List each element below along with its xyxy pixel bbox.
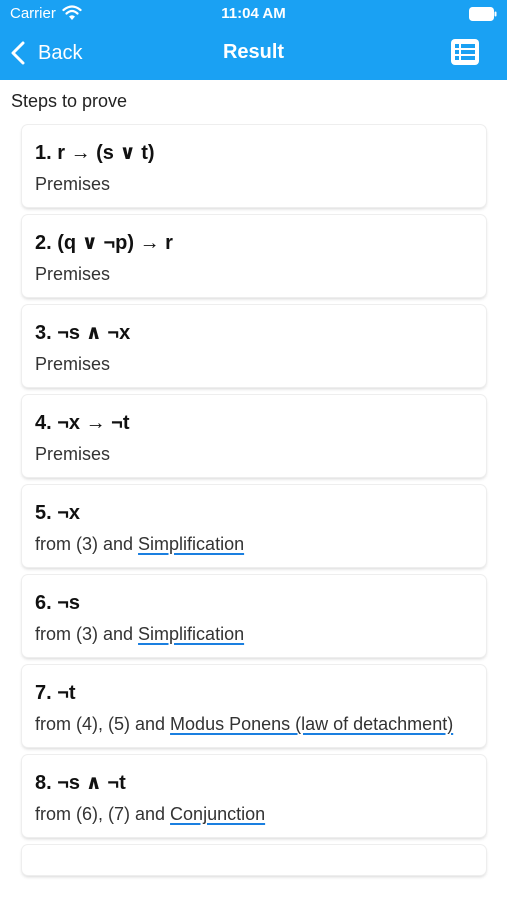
step-formula: 7. ¬t: [35, 682, 76, 704]
step-card: 6. ¬s from (3) and Simplification: [22, 575, 486, 657]
step-formula: 1. r → (s ∨ t): [35, 142, 155, 164]
step-reason: Premises: [35, 172, 473, 196]
step-reason-text: Premises: [35, 444, 111, 464]
step-card: 1. r → (s ∨ t) Premises: [22, 125, 486, 207]
step-reason: Premises: [35, 442, 473, 466]
list-icon[interactable]: [451, 39, 479, 65]
result-screen: Carrier 11:04 AM Back Result Steps to pr…: [0, 0, 507, 900]
step-reason: Premises: [35, 262, 473, 286]
step-reason: Premises: [35, 352, 473, 376]
step-card: 2. (q ∨ ¬p) → r Premises: [22, 215, 486, 297]
step-formula: 2. (q ∨ ¬p) → r: [35, 232, 173, 254]
step-card: 4. ¬x → ¬t Premises: [22, 395, 486, 477]
rule-link-simplification[interactable]: Simplification: [138, 534, 244, 554]
step-formula: 6. ¬s: [35, 592, 81, 614]
step-reason: from (6), (7) and Conjunction: [35, 802, 473, 826]
step-card: 3. ¬s ∧ ¬x Premises: [22, 305, 486, 387]
step-reason-text: from (6), (7) and: [35, 804, 171, 824]
step-reason-text: Premises: [35, 264, 111, 284]
status-time: 11:04 AM: [221, 5, 286, 22]
step-card: 7. ¬t from (4), (5) and Modus Ponens (la…: [22, 665, 486, 747]
status-bar: Carrier 11:04 AM: [0, 0, 507, 28]
step-reason: from (3) and Simplification: [35, 532, 473, 556]
rule-link-simplification[interactable]: Simplification: [138, 624, 244, 644]
step-reason: from (4), (5) and Modus Ponens (law of d…: [35, 712, 473, 736]
battery-icon: [469, 7, 497, 21]
step-formula: 8. ¬s ∧ ¬t: [35, 772, 126, 794]
step-formula: 3. ¬s ∧ ¬x: [35, 322, 131, 344]
step-formula: 5. ¬x: [35, 502, 81, 524]
steps-list: 1. r → (s ∨ t) Premises 2. (q ∨ ¬p) → r …: [22, 125, 486, 883]
step-card-partial: [22, 845, 486, 875]
step-reason-text: from (4), (5) and: [35, 714, 171, 734]
step-reason-text: from (3) and: [35, 624, 139, 644]
step-reason-text: Premises: [35, 354, 111, 374]
rule-link-modus-ponens[interactable]: Modus Ponens (law of detachment): [170, 714, 453, 734]
step-card: 8. ¬s ∧ ¬t from (6), (7) and Conjunction: [22, 755, 486, 837]
step-reason: from (3) and Simplification: [35, 622, 473, 646]
step-reason-text: Premises: [35, 174, 111, 194]
navigation-bar: Back Result: [0, 28, 507, 80]
page-title: Result: [222, 41, 285, 63]
rule-link-conjunction[interactable]: Conjunction: [170, 804, 265, 824]
step-reason-text: from (3) and: [35, 534, 139, 554]
step-card: 5. ¬x from (3) and Simplification: [22, 485, 486, 567]
header: Carrier 11:04 AM Back Result: [0, 0, 507, 80]
section-title: Steps to prove: [11, 91, 128, 111]
step-formula: 4. ¬x → ¬t: [35, 412, 130, 434]
